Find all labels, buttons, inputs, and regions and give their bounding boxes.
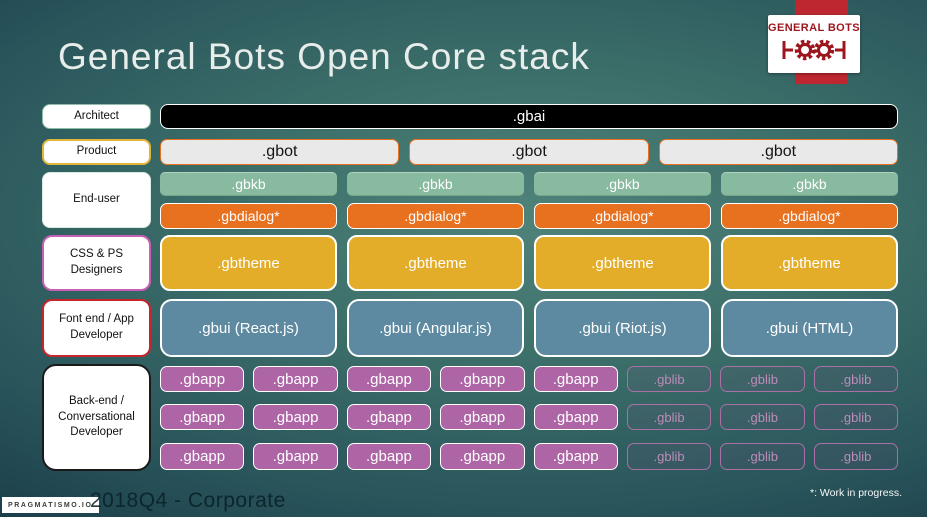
gbapp-box: .gbapp <box>533 366 618 392</box>
gbapp-box: .gbapp <box>346 443 432 470</box>
gbapp-box: .gbapp <box>160 443 245 470</box>
gbapp-box: .gbapp <box>440 404 525 430</box>
gbapp-box: .gbapp <box>346 366 432 392</box>
gblib-box: .gblib <box>813 404 898 430</box>
logo-brand-text: GENERAL BOTS <box>768 21 860 34</box>
gbapp-box: .gbapp <box>160 366 245 392</box>
gbapp-box: .gbapp <box>253 443 338 470</box>
gbdialog-box: .gbdialog* <box>347 203 524 229</box>
gbui-angular-box: .gbui (Angular.js) <box>347 299 524 357</box>
gbdialog-box: .gbdialog* <box>721 203 898 229</box>
gbtheme-box: .gbtheme <box>721 235 898 291</box>
gbapp-box: .gbapp <box>440 443 525 470</box>
gblib-box: .gblib <box>626 443 712 470</box>
row-gbot: .gbot .gbot .gbot <box>160 139 898 165</box>
gbapp-box: .gbapp <box>160 404 245 430</box>
gbdialog-box: .gbdialog* <box>160 203 337 229</box>
gbapp-box: .gbapp <box>440 366 525 392</box>
role-label-css-ps-designers: CSS & PS Designers <box>42 235 151 291</box>
role-label-backend-conversational-developer: Back-end / Conversational Developer <box>42 364 151 471</box>
gbai-box: .gbai <box>160 104 898 129</box>
gbapp-box: .gbapp <box>533 404 618 430</box>
slide-title: General Bots Open Core stack <box>58 36 590 77</box>
gbot-box: .gbot <box>160 139 400 165</box>
gbtheme-box: .gbtheme <box>534 235 711 291</box>
gblib-box: .gblib <box>626 404 712 430</box>
footer-date-text: 2018Q4 - Corporate <box>90 489 286 512</box>
gbtheme-box: .gbtheme <box>160 235 337 291</box>
role-label-product: Product <box>42 139 151 165</box>
role-label-frontend-app-developer: Font end / App Developer <box>42 299 151 357</box>
gbdialog-box: .gbdialog* <box>534 203 711 229</box>
role-label-architect: Architect <box>42 104 151 129</box>
gbui-html-box: .gbui (HTML) <box>721 299 898 357</box>
gbapp-box: .gbapp <box>533 443 618 470</box>
row-gbdialog: .gbdialog* .gbdialog* .gbdialog* .gbdial… <box>160 203 898 229</box>
gblib-box: .gblib <box>813 443 898 470</box>
gblib-box: .gblib <box>720 443 805 470</box>
row-gbui: .gbui (React.js) .gbui (Angular.js) .gbu… <box>160 299 898 357</box>
row-gbtheme: .gbtheme .gbtheme .gbtheme .gbtheme <box>160 235 898 291</box>
gbkb-box: .gbkb <box>347 172 524 196</box>
work-in-progress-note: *: Work in progress. <box>809 487 902 499</box>
row-backend-3: .gbapp .gbapp .gbapp .gbapp .gbapp .gbli… <box>160 443 898 470</box>
gblib-box: .gblib <box>720 366 805 392</box>
gbkb-box: .gbkb <box>721 172 898 196</box>
gbapp-box: .gbapp <box>253 366 338 392</box>
gblib-box: .gblib <box>813 366 898 392</box>
gbot-box: .gbot <box>409 139 649 165</box>
general-bots-logo: GENERAL BOTS <box>768 15 860 73</box>
gbkb-box: .gbkb <box>160 172 337 196</box>
role-label-end-user: End-user <box>42 172 151 228</box>
slide-canvas: GENERAL BOTS General Bots Open Core stac… <box>0 0 927 517</box>
gbapp-box: .gbapp <box>253 404 338 430</box>
pragmatismo-watermark: PRAGMATISMO.IO <box>2 497 99 513</box>
gbui-react-box: .gbui (React.js) <box>160 299 337 357</box>
gbkb-box: .gbkb <box>534 172 711 196</box>
gbui-riot-box: .gbui (Riot.js) <box>534 299 711 357</box>
gbapp-box: .gbapp <box>346 404 432 430</box>
gblib-box: .gblib <box>720 404 805 430</box>
gblib-box: .gblib <box>626 366 712 392</box>
gears-icon <box>782 39 846 60</box>
gbot-box: .gbot <box>658 139 898 165</box>
row-backend-2: .gbapp .gbapp .gbapp .gbapp .gbapp .gbli… <box>160 404 898 430</box>
row-gbai: .gbai <box>160 104 898 129</box>
row-backend-1: .gbapp .gbapp .gbapp .gbapp .gbapp .gbli… <box>160 366 898 392</box>
gbtheme-box: .gbtheme <box>347 235 524 291</box>
row-gbkb: .gbkb .gbkb .gbkb .gbkb <box>160 172 898 196</box>
